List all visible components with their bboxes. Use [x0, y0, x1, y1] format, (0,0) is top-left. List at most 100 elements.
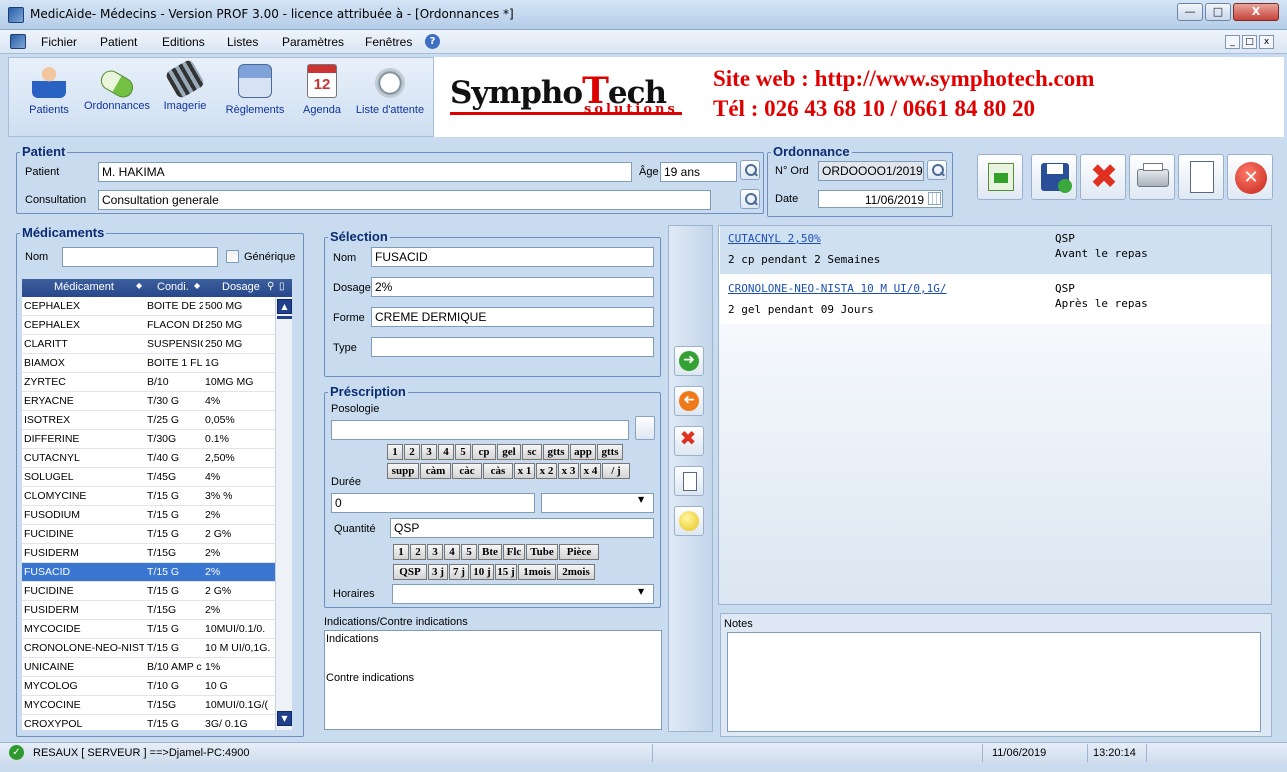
quantite-field[interactable]: QSP [390, 518, 654, 538]
quick-pick-button[interactable]: 2 [410, 544, 426, 560]
delete-button[interactable]: ✖ [1080, 154, 1126, 200]
table-row[interactable]: FUCIDINE T/15 G 2 G% [22, 582, 275, 601]
quick-pick-button[interactable]: x 1 [514, 463, 535, 479]
quick-pick-button[interactable]: sc [522, 444, 542, 460]
quick-pick-button[interactable]: Bte [478, 544, 502, 560]
search-icon[interactable]: ⚲ [267, 281, 274, 292]
col-condi[interactable]: Condi. [157, 281, 189, 293]
chevron-down-icon[interactable]: ▼ [638, 587, 644, 596]
menu-listes[interactable]: Listes [227, 35, 258, 49]
quick-pick-button[interactable]: 7 j [449, 564, 469, 580]
mdi-close-button[interactable]: x [1259, 35, 1274, 49]
quick-pick-button[interactable]: 5 [461, 544, 477, 560]
menu-editions[interactable]: Editions [162, 35, 205, 49]
posologie-page-icon[interactable] [635, 416, 655, 440]
quick-pick-button[interactable]: 1 [387, 444, 403, 460]
nord-field[interactable]: ORDOOOO1/2019 [818, 161, 924, 181]
table-row[interactable]: CROXYPOL T/15 G 3G/ 0.1G [22, 715, 275, 730]
table-row[interactable]: FUSIDERM T/15G 2% [22, 544, 275, 563]
tip-button[interactable] [674, 506, 704, 536]
quick-pick-button[interactable]: Tube [526, 544, 558, 560]
quick-pick-button[interactable]: càc [452, 463, 482, 479]
toolbar-reglements[interactable]: Règlements [220, 64, 290, 116]
table-row[interactable]: MYCOLOG T/10 G 10 G [22, 677, 275, 696]
toolbar-ordonnances[interactable]: Ordonnances [80, 64, 154, 112]
date-field[interactable]: 11/06/2019 [818, 190, 943, 208]
toolbar-liste-attente[interactable]: Liste d'attente [349, 64, 431, 116]
table-row[interactable]: ZYRTEC B/10 10MG MG [22, 373, 275, 392]
quick-pick-button[interactable]: x 4 [580, 463, 601, 479]
menu-fichier[interactable]: Fichier [41, 35, 77, 49]
sort-icon[interactable]: ◆ [194, 281, 200, 290]
quick-pick-button[interactable]: app [570, 444, 596, 460]
sort-icon[interactable]: ◆ [136, 281, 142, 290]
quick-pick-button[interactable]: 3 [421, 444, 437, 460]
minimize-button[interactable]: — [1177, 3, 1203, 21]
table-row[interactable]: CRONOLONE-NEO-NISTA T/15 G 10 M UI/0,1G. [22, 639, 275, 658]
table-row[interactable]: CUTACNYL T/40 G 2,50% [22, 449, 275, 468]
quick-pick-button[interactable]: cp [472, 444, 496, 460]
help-icon[interactable]: ? [425, 34, 440, 49]
sel-nom-field[interactable]: FUSACID [371, 247, 654, 267]
quick-pick-button[interactable]: x 2 [536, 463, 557, 479]
col-medicament[interactable]: Médicament [54, 281, 114, 293]
ordonnance-line-drug[interactable]: CUTACNYL 2,50% [728, 232, 821, 245]
add-to-ordonnance-button[interactable]: ➜ [674, 346, 704, 376]
table-row[interactable]: FUCIDINE T/15 G 2 G% [22, 525, 275, 544]
table-row[interactable]: FUSACID T/15 G 2% [22, 563, 275, 582]
notes-textarea[interactable] [727, 632, 1261, 732]
maximize-button[interactable]: □ [1205, 3, 1231, 21]
quick-pick-button[interactable]: QSP [393, 564, 427, 580]
horaires-select[interactable] [392, 584, 654, 604]
new-document-button[interactable] [1178, 154, 1224, 200]
table-row[interactable]: UNICAINE B/10 AMP c 1% [22, 658, 275, 677]
quick-pick-button[interactable]: gtts [543, 444, 569, 460]
quick-pick-button[interactable]: 4 [438, 444, 454, 460]
table-row[interactable]: BIAMOX BOITE 1 FL 1G [22, 354, 275, 373]
menu-parametres[interactable]: Paramètres [282, 35, 344, 49]
document-button[interactable] [674, 466, 704, 496]
scroll-thumb[interactable] [277, 316, 292, 319]
table-row[interactable]: ISOTREX T/25 G 0,05% [22, 411, 275, 430]
toolbar-agenda[interactable]: 12 Agenda [297, 64, 347, 116]
patient-search-icon[interactable] [740, 160, 760, 180]
quick-pick-button[interactable]: Flc [503, 544, 525, 560]
mdi-minimize-button[interactable]: _ [1225, 35, 1240, 49]
quick-pick-button[interactable]: 15 j [495, 564, 517, 580]
quick-pick-button[interactable]: 3 [427, 544, 443, 560]
sel-forme-field[interactable]: CREME DERMIQUE [371, 307, 654, 327]
quick-pick-button[interactable]: 1 [393, 544, 409, 560]
scroll-down-arrow-icon[interactable]: ▼ [277, 711, 292, 726]
scroll-up-arrow-icon[interactable]: ▲ [277, 299, 292, 314]
quick-pick-button[interactable]: gel [497, 444, 521, 460]
patient-name-field[interactable]: M. HAKIMA [98, 162, 632, 182]
save-button[interactable] [1031, 154, 1077, 200]
consultation-field[interactable]: Consultation generale [98, 190, 711, 210]
quick-pick-button[interactable]: x 3 [558, 463, 579, 479]
import-button[interactable] [977, 154, 1023, 200]
ordonnance-line-drug[interactable]: CRONOLONE-NEO-NISTA 10 M UI/0,1G/ [728, 282, 947, 295]
calendar-picker-icon[interactable] [928, 192, 941, 205]
quick-pick-button[interactable]: gtts [597, 444, 623, 460]
mdi-maximize-button[interactable]: □ [1242, 35, 1257, 49]
table-row[interactable]: CEPHALEX BOITE DE 2 500 MG [22, 297, 275, 316]
quick-pick-button[interactable]: 4 [444, 544, 460, 560]
col-dosage[interactable]: Dosage [222, 281, 260, 293]
posologie-field[interactable] [331, 420, 629, 440]
chevron-down-icon[interactable]: ▼ [638, 495, 644, 504]
med-search-input[interactable] [62, 247, 218, 267]
table-row[interactable]: MYCOCIDE T/15 G 10MUI/0.1/0. [22, 620, 275, 639]
table-row[interactable]: ERYACNE T/30 G 4% [22, 392, 275, 411]
clear-line-button[interactable]: ✖ [674, 426, 704, 456]
trash-icon[interactable]: ▯ [279, 281, 285, 292]
sel-type-field[interactable] [371, 337, 654, 357]
quick-pick-button[interactable]: càm [420, 463, 451, 479]
close-form-button[interactable]: ✕ [1227, 154, 1273, 200]
generique-checkbox[interactable] [226, 250, 239, 263]
remove-from-ordonnance-button[interactable]: ➜ [674, 386, 704, 416]
sel-dosage-field[interactable]: 2% [371, 277, 654, 297]
duree-field[interactable]: 0 [331, 493, 535, 513]
quick-pick-button[interactable]: 2mois [557, 564, 595, 580]
med-grid-scrollbar[interactable]: ▲ ▼ [275, 297, 292, 730]
quick-pick-button[interactable]: càs [483, 463, 513, 479]
